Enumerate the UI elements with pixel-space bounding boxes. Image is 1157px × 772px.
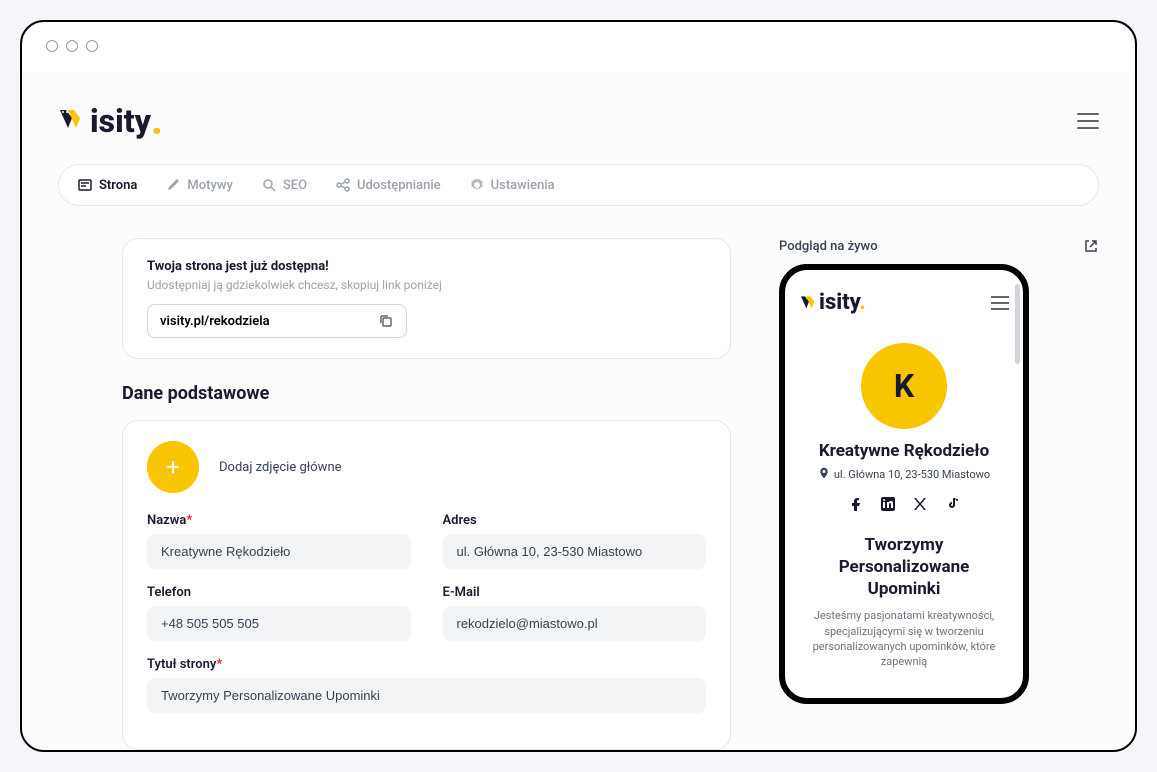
copy-icon[interactable] bbox=[378, 313, 394, 329]
preview-title: Podgląd na żywo bbox=[779, 239, 878, 254]
address-text: ul. Główna 10, 23-530 Miastowo bbox=[834, 468, 990, 481]
brush-icon bbox=[165, 177, 181, 193]
section-title: Dane podstawowe bbox=[122, 383, 731, 404]
nazwa-input[interactable] bbox=[147, 534, 411, 569]
minimize-dot[interactable] bbox=[66, 40, 78, 52]
email-input[interactable] bbox=[443, 606, 707, 641]
tab-strona[interactable]: Strona bbox=[77, 177, 137, 193]
business-name: Kreatywne Rękodzieło bbox=[799, 441, 1009, 461]
pin-icon bbox=[818, 467, 830, 482]
scrollbar[interactable] bbox=[1015, 284, 1020, 364]
preview-menu-icon[interactable] bbox=[991, 296, 1009, 310]
facebook-icon[interactable] bbox=[848, 496, 864, 512]
preview-logo: isity. bbox=[799, 290, 866, 315]
tytul-label: Tytuł strony* bbox=[147, 657, 706, 672]
share-icon bbox=[335, 177, 351, 193]
open-external-icon[interactable] bbox=[1083, 238, 1099, 254]
brand-name: isity bbox=[90, 102, 151, 140]
close-dot[interactable] bbox=[46, 40, 58, 52]
tab-label: Ustawienia bbox=[491, 178, 555, 193]
form-card: + Dodaj zdjęcie główne Nazwa* Adres bbox=[122, 420, 731, 750]
social-row bbox=[799, 496, 1009, 512]
share-subtitle: Udostępniaj ją gdziekolwiek chcesz, skop… bbox=[147, 278, 706, 292]
menu-button[interactable] bbox=[1077, 113, 1099, 129]
tab-label: Motywy bbox=[187, 178, 232, 193]
search-icon bbox=[261, 177, 277, 193]
adres-input[interactable] bbox=[443, 534, 707, 569]
tab-label: Udostępnianie bbox=[357, 178, 441, 193]
gear-icon bbox=[469, 177, 485, 193]
address-row: ul. Główna 10, 23-530 Miastowo bbox=[799, 467, 1009, 482]
photo-label: Dodaj zdjęcie główne bbox=[219, 460, 342, 475]
tab-bar: Strona Motywy SEO Udostępnianie bbox=[58, 164, 1099, 206]
page-icon bbox=[77, 177, 93, 193]
window-controls bbox=[46, 40, 98, 52]
browser-window: isity. Strona Motywy bbox=[20, 20, 1137, 752]
adres-label: Adres bbox=[443, 513, 707, 528]
share-url: visity.pl/rekodziela bbox=[160, 314, 270, 329]
share-card: Twoja strona jest już dostępna! Udostępn… bbox=[122, 238, 731, 359]
telefon-label: Telefon bbox=[147, 585, 411, 600]
tytul-input[interactable] bbox=[147, 678, 706, 713]
slogan: Tworzymy Personalizowane Upominki bbox=[799, 534, 1009, 600]
description: Jesteśmy pasjonatami kreatywności, specj… bbox=[799, 608, 1009, 670]
tab-udostepnianie[interactable]: Udostępnianie bbox=[335, 177, 441, 193]
nazwa-label: Nazwa* bbox=[147, 513, 411, 528]
maximize-dot[interactable] bbox=[86, 40, 98, 52]
topbar: isity. bbox=[58, 102, 1099, 140]
share-link-box: visity.pl/rekodziela bbox=[147, 304, 407, 338]
brand-logo[interactable]: isity. bbox=[58, 102, 163, 140]
tab-seo[interactable]: SEO bbox=[261, 177, 307, 193]
logo-mark-icon bbox=[58, 102, 86, 140]
phone-preview: isity. K Kreatywne Rękodzieło bbox=[779, 264, 1029, 704]
tab-label: SEO bbox=[283, 178, 307, 193]
tiktok-icon[interactable] bbox=[944, 496, 960, 512]
avatar-letter: K bbox=[894, 367, 914, 405]
linkedin-icon[interactable] bbox=[880, 496, 896, 512]
email-label: E-Mail bbox=[443, 585, 707, 600]
telefon-input[interactable] bbox=[147, 606, 411, 641]
tab-ustawienia[interactable]: Ustawienia bbox=[469, 177, 555, 193]
tab-label: Strona bbox=[99, 178, 137, 193]
plus-icon: + bbox=[166, 453, 180, 481]
add-photo-button[interactable]: + bbox=[147, 441, 199, 493]
tab-motywy[interactable]: Motywy bbox=[165, 177, 232, 193]
x-icon[interactable] bbox=[912, 496, 928, 512]
share-title: Twoja strona jest już dostępna! bbox=[147, 259, 706, 274]
avatar: K bbox=[861, 343, 947, 429]
